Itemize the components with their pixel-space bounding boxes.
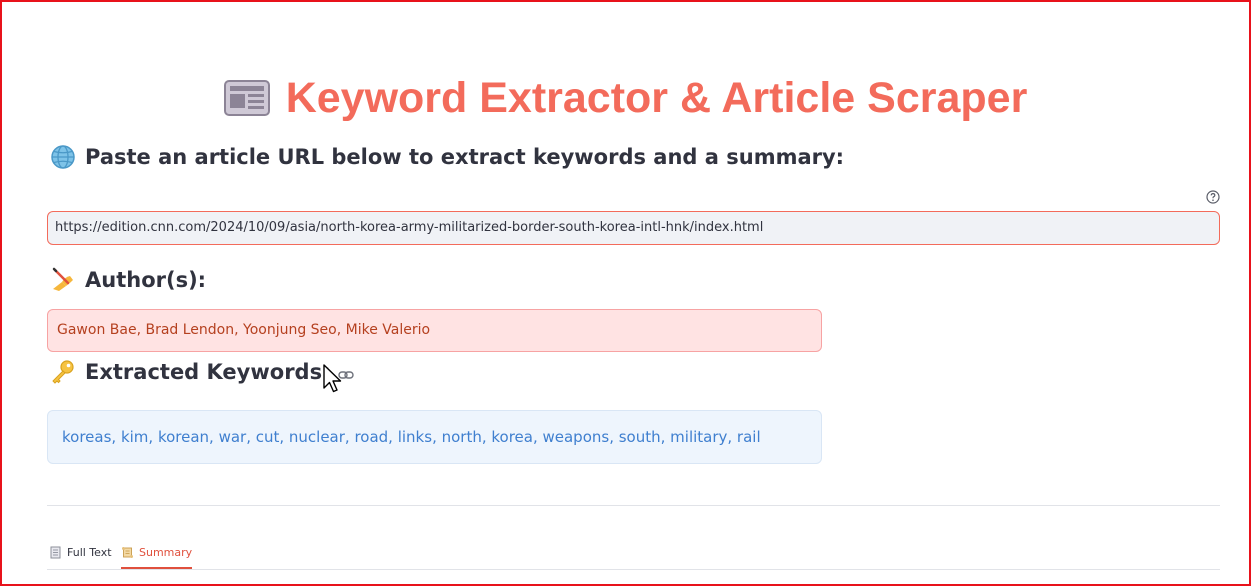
page-title-text: Keyword Extractor & Article Scraper [285, 74, 1028, 122]
tab-summary[interactable]: Summary [121, 537, 193, 569]
page-title: Keyword Extractor & Article Scraper [0, 74, 1251, 129]
authors-heading: Author(s): [50, 267, 206, 293]
url-section-heading: Paste an article URL below to extract ke… [50, 144, 844, 170]
authors-heading-text: Author(s): [85, 268, 207, 292]
tab-full-text-label: Full Text [67, 546, 112, 559]
writing-hand-icon [50, 267, 76, 293]
scroll-icon [121, 546, 134, 559]
page-icon [49, 546, 62, 559]
help-circle-icon[interactable] [1206, 190, 1220, 204]
keywords-heading-text: Extracted Keywords: [85, 360, 331, 384]
divider [47, 505, 1220, 506]
tab-bar: Full Text Summary [47, 537, 1220, 570]
globe-icon [50, 144, 76, 170]
newspaper-icon [223, 78, 270, 129]
mouse-cursor-icon [323, 364, 343, 394]
authors-box: Gawon Bae, Brad Lendon, Yoonjung Seo, Mi… [47, 309, 822, 352]
url-section-heading-text: Paste an article URL below to extract ke… [85, 145, 845, 169]
url-input[interactable]: https://edition.cnn.com/2024/10/09/asia/… [47, 211, 1220, 245]
key-icon [50, 359, 76, 385]
tab-full-text[interactable]: Full Text [49, 537, 112, 568]
keywords-box: koreas, kim, korean, war, cut, nuclear, … [47, 410, 822, 464]
tab-summary-label: Summary [139, 545, 193, 559]
keywords-heading: Extracted Keywords: [50, 359, 355, 385]
